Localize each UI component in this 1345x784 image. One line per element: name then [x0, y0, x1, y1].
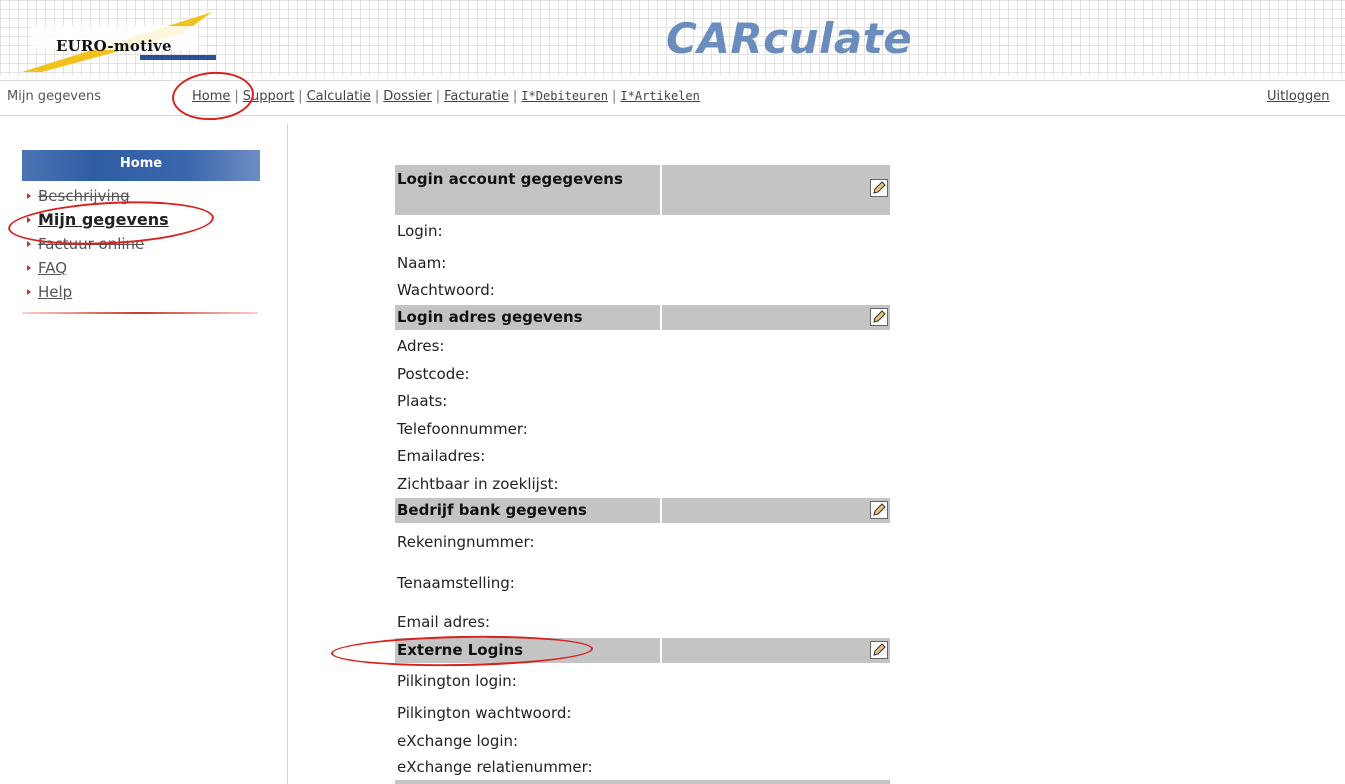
field-label: Login: [397, 222, 443, 240]
column-divider [287, 124, 288, 784]
edit-pencil-icon[interactable] [870, 501, 888, 519]
nav-link-artikelen[interactable]: I*Artikelen [620, 89, 699, 103]
nav-link-debiteuren[interactable]: I*Debiteuren [521, 89, 608, 103]
logo-text: EURO-motive [56, 37, 172, 55]
section-title: Bedrijf bank gegevens [397, 501, 587, 519]
section-header-login-adres: Login adres gegevens [395, 305, 890, 330]
current-page-label: Mijn gegevens [7, 89, 102, 104]
field-label: Adres: [397, 337, 445, 355]
sidebar-item-label[interactable]: FAQ [38, 259, 67, 277]
field-label: Rekeningnummer: [397, 533, 535, 551]
field-label: Wachtwoord: [397, 281, 495, 299]
app-title: CARculate [666, 14, 913, 63]
section-header-next [395, 780, 890, 784]
edit-pencil-icon[interactable] [870, 179, 888, 197]
field-label: eXchange relatienummer: [397, 758, 593, 776]
nav-links: Home | Support | Calculatie | Dossier | Facturat… [192, 89, 700, 104]
field-label: Zichtbaar in zoeklijst: [397, 475, 559, 493]
section-header-login-account: Login account gegegevens [395, 165, 890, 215]
sidebar-heading: Home [22, 150, 260, 181]
field-label: Postcode: [397, 365, 470, 383]
sidebar-divider [22, 312, 258, 314]
logo-tagline-bar [140, 55, 216, 60]
field-label: Telefoonnummer: [397, 420, 528, 438]
logout-link[interactable]: Uitloggen [1267, 89, 1330, 104]
field-label: Tenaamstelling: [397, 574, 515, 592]
field-label: Naam: [397, 254, 447, 272]
edit-pencil-icon[interactable] [870, 308, 888, 326]
section-header-bedrijf-bank: Bedrijf bank gegevens [395, 498, 890, 523]
field-label: Plaats: [397, 392, 448, 410]
bullet-arrow-icon [27, 289, 31, 295]
bullet-arrow-icon [27, 265, 31, 271]
nav-link-facturatie[interactable]: Facturatie [444, 89, 509, 104]
nav-link-calculatie[interactable]: Calculatie [307, 89, 371, 104]
nav-link-dossier[interactable]: Dossier [383, 89, 431, 104]
field-label: Pilkington login: [397, 672, 517, 690]
field-label: Email adres: [397, 613, 491, 631]
field-label: Pilkington wachtwoord: [397, 704, 572, 722]
section-title: Login adres gegevens [397, 308, 583, 326]
sidebar-item-help[interactable]: Help [24, 282, 169, 306]
section-title: Login account gegegevens [397, 170, 623, 188]
header-banner: EURO-motive CARculate [0, 0, 1345, 76]
sidebar-item-label[interactable]: Help [38, 283, 72, 301]
euro-motive-logo[interactable]: EURO-motive [22, 12, 217, 72]
sidebar-item-faq[interactable]: FAQ [24, 258, 169, 282]
annotation-circle-externe-logins [330, 633, 594, 669]
bullet-arrow-icon [27, 193, 31, 199]
field-label: Emailadres: [397, 447, 486, 465]
field-label: eXchange login: [397, 732, 519, 750]
bullet-arrow-icon [27, 241, 31, 247]
edit-pencil-icon[interactable] [870, 641, 888, 659]
